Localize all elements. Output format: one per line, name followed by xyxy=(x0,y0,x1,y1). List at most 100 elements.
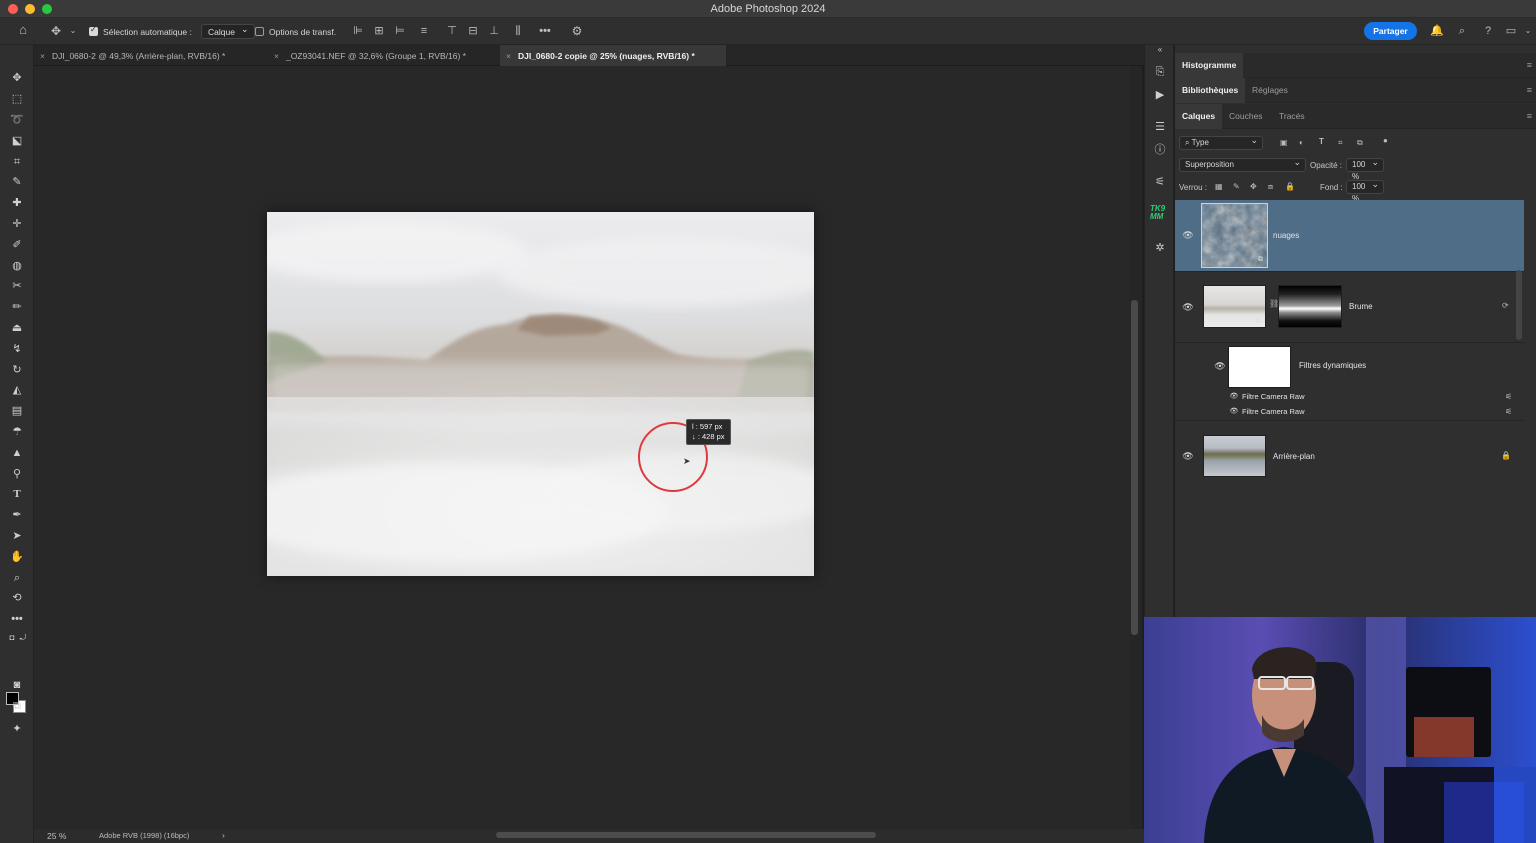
gradient-tool-icon[interactable]: ▤ xyxy=(8,402,26,420)
filter-name[interactable]: Filtre Camera Raw xyxy=(1242,392,1305,401)
rotate-view-tool-icon[interactable]: ⟲ xyxy=(8,589,26,607)
visibility-eye-icon[interactable]: 👁 xyxy=(1214,360,1226,372)
tab-paths[interactable]: Tracés xyxy=(1272,104,1312,129)
art-history-tool-icon[interactable]: ↻ xyxy=(8,361,26,379)
generative-fill-icon[interactable]: ✦ xyxy=(8,720,26,738)
swap-colors-icon[interactable]: ⤾ xyxy=(14,629,32,647)
tab-libraries[interactable]: Bibliothèques xyxy=(1175,78,1246,103)
eyedropper-tool-icon[interactable]: ✎ xyxy=(8,173,26,191)
blend-mode-dropdown[interactable]: Superposition xyxy=(1179,156,1306,172)
collapse-dock-icon[interactable]: « xyxy=(1152,42,1168,58)
marquee-tool-icon[interactable]: ⬚ xyxy=(8,90,26,108)
opacity-input[interactable]: 100 % xyxy=(1346,156,1384,181)
tab-layers[interactable]: Calques xyxy=(1175,104,1223,129)
lock-artboard-icon[interactable]: ⧈ xyxy=(1268,182,1273,192)
adjustments-panel-icon[interactable]: ⚟ xyxy=(1152,174,1168,190)
layer-name[interactable]: Brume xyxy=(1349,302,1373,311)
filter-toggle-icon[interactable]: ● xyxy=(1383,136,1388,145)
hand-tool-icon[interactable]: ✋ xyxy=(8,548,26,566)
patch-tool-icon[interactable]: ✐ xyxy=(8,236,26,254)
spot-healing-tool-icon[interactable]: ✛ xyxy=(8,215,26,233)
tool-preset-chevron-icon[interactable]: ⌄ xyxy=(66,24,80,38)
distribute-icon[interactable]: ≡ xyxy=(417,24,431,38)
info-panel-icon[interactable]: ⓘ xyxy=(1152,142,1168,158)
tkm-plugin-badge[interactable]: TK9 MM xyxy=(1150,205,1173,221)
history-panel-icon[interactable]: ⎘ xyxy=(1152,64,1168,80)
align-middle-icon[interactable]: ⊟ xyxy=(466,24,480,38)
filter-blending-options-icon[interactable]: ⚟ xyxy=(1505,407,1512,416)
lock-transparency-icon[interactable]: ▦ xyxy=(1215,182,1223,191)
panel-menu-icon[interactable]: ≡ xyxy=(1527,60,1532,70)
horizontal-scroll-thumb[interactable] xyxy=(496,832,876,838)
filter-shape-icon[interactable]: ⌗ xyxy=(1338,138,1343,148)
lasso-tool-icon[interactable]: ➰ xyxy=(8,111,26,129)
lock-all-icon[interactable]: 🔒 xyxy=(1285,182,1295,191)
close-tab-icon[interactable]: × xyxy=(506,51,511,61)
doc-tab-2[interactable]: × _OZ93041.NEF @ 32,6% (Groupe 1, RVB/16… xyxy=(268,45,500,66)
move-tool-icon[interactable]: ✥ xyxy=(49,24,63,38)
transform-options-checkbox[interactable] xyxy=(255,27,264,36)
align-left-icon[interactable]: ⊫ xyxy=(351,24,365,38)
align-bottom-icon[interactable]: ⊥ xyxy=(487,24,501,38)
object-selection-tool-icon[interactable]: ⬕ xyxy=(8,132,26,150)
pen-tool-icon[interactable]: ✒ xyxy=(8,506,26,524)
panel-menu-icon[interactable]: ≡ xyxy=(1527,85,1532,95)
more-options-icon[interactable]: ••• xyxy=(538,24,552,38)
history-brush-tool-icon[interactable]: ↯ xyxy=(8,340,26,358)
smart-filter-mask-thumbnail[interactable] xyxy=(1228,346,1291,388)
auto-select-option[interactable]: Sélection automatique : xyxy=(89,23,192,40)
screen-mode-icon[interactable]: ⧉ xyxy=(8,697,26,715)
filter-blending-options-icon[interactable]: ⚟ xyxy=(1505,392,1512,401)
layer-row-brume[interactable]: 👁 ⧉ ⛓ Brume ⟳ ⌃ xyxy=(1175,272,1524,343)
tab-histogram[interactable]: Histogramme xyxy=(1175,53,1244,78)
layer-name[interactable]: Arrière-plan xyxy=(1273,452,1315,461)
sharpen-tool-icon[interactable]: ▲ xyxy=(8,444,26,462)
eraser-tool-icon[interactable]: ◭ xyxy=(8,381,26,399)
visibility-eye-icon[interactable]: 👁 xyxy=(1182,450,1194,462)
layer-mask-thumbnail[interactable] xyxy=(1278,285,1342,328)
doc-tab-3[interactable]: × DJI_0680-2 copie @ 25% (nuages, RVB/16… xyxy=(500,45,726,66)
content-aware-tool-icon[interactable]: ◍ xyxy=(8,257,26,275)
layer-name[interactable]: nuages xyxy=(1273,231,1299,240)
visibility-eye-icon[interactable]: 👁 xyxy=(1182,229,1194,241)
visibility-eye-icon[interactable]: 👁 xyxy=(1228,406,1240,418)
auto-select-checkbox[interactable] xyxy=(89,25,98,36)
filter-smart-object-icon[interactable]: ⧉ xyxy=(1357,138,1363,148)
fill-input[interactable]: 100 % xyxy=(1346,178,1384,203)
layer-row-nuages[interactable]: 👁 ⧉ nuages xyxy=(1175,200,1524,272)
auto-select-dropdown[interactable]: Calque xyxy=(201,24,256,39)
tab-adjustments[interactable]: Réglages xyxy=(1245,78,1295,103)
layers-scroll-thumb[interactable] xyxy=(1516,270,1522,340)
layer-filter-dropdown[interactable]: ⌕ Type xyxy=(1179,134,1263,150)
quick-mask-icon[interactable]: ◙ xyxy=(8,676,26,694)
filter-name[interactable]: Filtre Camera Raw xyxy=(1242,407,1305,416)
properties-panel-icon[interactable]: ☰ xyxy=(1152,119,1168,135)
close-tab-icon[interactable]: × xyxy=(274,51,279,61)
align-right-icon[interactable]: ⊨ xyxy=(393,24,407,38)
filter-pixel-icon[interactable]: ▣ xyxy=(1280,138,1288,147)
lock-position-icon[interactable]: ✥ xyxy=(1250,182,1257,191)
panel-menu-icon[interactable]: ≡ xyxy=(1527,111,1532,121)
document-image[interactable] xyxy=(267,212,814,576)
help-icon[interactable]: ? xyxy=(1481,24,1495,38)
smart-object-link-icon[interactable]: ⟳ xyxy=(1502,301,1509,310)
type-tool-icon[interactable]: T xyxy=(8,485,26,503)
close-tab-icon[interactable]: × xyxy=(40,51,45,61)
red-eye-tool-icon[interactable]: ✂ xyxy=(8,277,26,295)
doc-tab-1[interactable]: × DJI_0680-2 @ 49,3% (Arrière-plan, RVB/… xyxy=(34,45,268,66)
transform-options[interactable]: Options de transf. xyxy=(255,23,336,40)
align-top-icon[interactable]: ⊤ xyxy=(445,24,459,38)
share-button[interactable]: Partager xyxy=(1364,22,1417,40)
gear-icon[interactable]: ⚙ xyxy=(570,24,584,38)
dodge-tool-icon[interactable]: ⚲ xyxy=(8,465,26,483)
search-icon[interactable]: ⌕ xyxy=(1455,24,1469,38)
vertical-scroll-thumb[interactable] xyxy=(1131,300,1138,635)
filter-type-icon[interactable]: T xyxy=(1319,137,1324,146)
filter-adjustment-icon[interactable]: ◐ xyxy=(1299,138,1304,147)
move-tool-icon[interactable]: ✥ xyxy=(8,69,26,87)
distribute-vertical-icon[interactable]: ⫼ xyxy=(511,24,525,38)
clone-stamp-tool-icon[interactable]: ⏏ xyxy=(8,319,26,337)
tab-channels[interactable]: Couches xyxy=(1222,104,1270,129)
lock-pixels-icon[interactable]: ✎ xyxy=(1233,182,1240,191)
blur-tool-icon[interactable]: ☂ xyxy=(8,423,26,441)
